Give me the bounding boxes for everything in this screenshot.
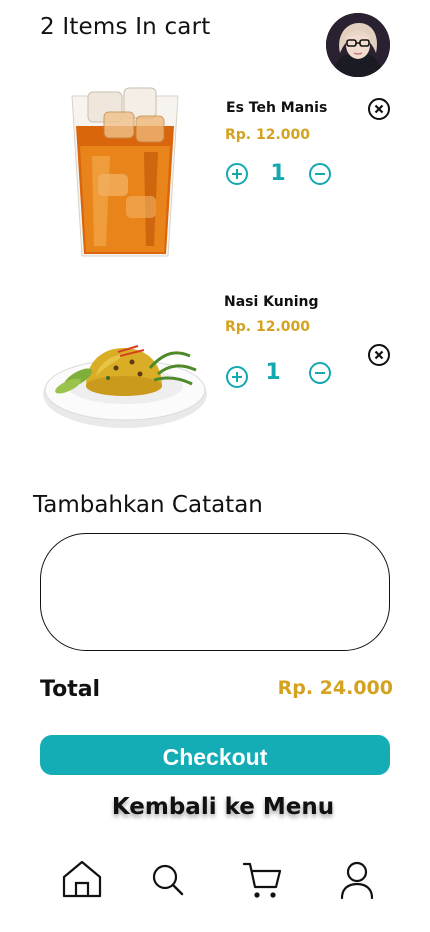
remove-item-button[interactable] (367, 97, 391, 121)
plus-circle-icon (226, 163, 248, 185)
item-name: Nasi Kuning (224, 294, 319, 310)
item-image-nasi-kuning (40, 290, 210, 460)
plus-circle-icon (226, 366, 248, 388)
increase-quantity-button[interactable] (225, 162, 249, 186)
total-value: Rp. 24.000 (277, 677, 393, 699)
close-circle-icon (368, 98, 390, 120)
item-price: Rp. 12.000 (225, 127, 311, 143)
cart-icon[interactable] (240, 858, 284, 902)
checkout-button[interactable]: Checkout (40, 735, 390, 775)
notes-label: Tambahkan Catatan (33, 492, 263, 518)
avatar[interactable] (326, 13, 390, 77)
item-quantity: 1 (265, 360, 281, 385)
item-price: Rp. 12.000 (225, 319, 311, 335)
search-icon[interactable] (146, 858, 190, 902)
remove-item-button[interactable] (367, 343, 391, 367)
item-name: Es Teh Manis (226, 100, 328, 116)
item-image-es-teh (40, 86, 210, 260)
back-to-menu-link[interactable]: Kembali ke Menu (0, 794, 430, 820)
item-quantity: 1 (270, 161, 286, 186)
decrease-quantity-button[interactable] (308, 162, 332, 186)
user-icon[interactable] (335, 858, 379, 902)
cart-title: 2 Items In cart (40, 14, 211, 40)
increase-quantity-button[interactable] (225, 365, 249, 389)
close-circle-icon (368, 344, 390, 366)
minus-circle-icon (309, 362, 331, 384)
minus-circle-icon (309, 163, 331, 185)
home-icon[interactable] (60, 857, 104, 901)
total-label: Total (40, 677, 101, 702)
notes-input[interactable] (40, 533, 390, 651)
decrease-quantity-button[interactable] (308, 361, 332, 385)
